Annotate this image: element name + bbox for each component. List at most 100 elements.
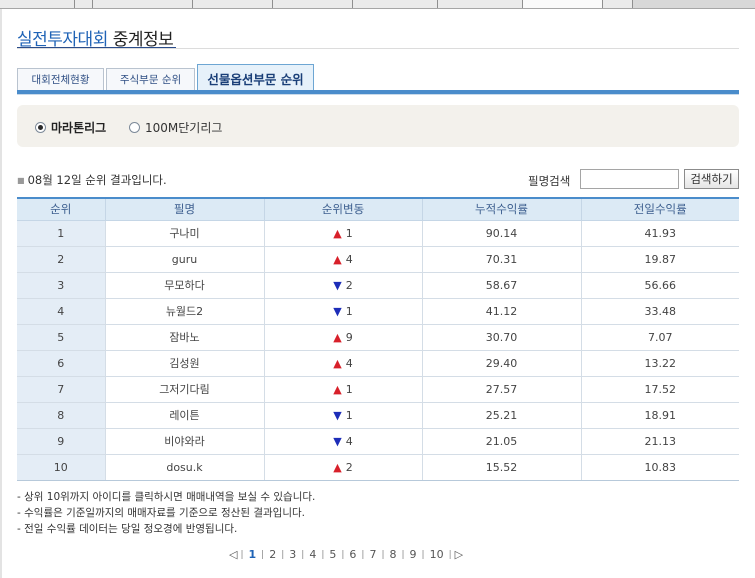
tab-stock-ranking[interactable]: 주식부문 순위 [106, 68, 195, 90]
nickname-cell[interactable]: 김성원 [104, 350, 264, 377]
note-item: - 상위 10위까지 아이디를 클릭하시면 매매내역을 보실 수 있습니다. [17, 491, 316, 503]
cumulative-return-cell: 21.05 [421, 428, 581, 455]
rank-change-cell: ▲ 4 [263, 246, 422, 273]
rank-change-value: 1 [345, 382, 353, 396]
rank-change-value: 1 [345, 304, 353, 318]
table-row: 9 비야와라 ▼ 4 21.05 21.13 [17, 428, 739, 455]
table-row: 10 dosu.k ▲ 2 15.52 10.83 [17, 454, 739, 481]
arrow-up-icon: ▲ [333, 356, 342, 370]
table-row: 4 뉴월드2 ▼ 1 41.12 33.48 [17, 298, 739, 325]
browser-tab-segment[interactable] [523, 0, 603, 8]
page-link[interactable]: 9 [408, 548, 419, 561]
rank-change-value: 4 [345, 356, 353, 370]
arrow-up-icon: ▲ [333, 382, 342, 396]
page-link[interactable]: 4 [307, 548, 318, 561]
search-label: 필명검색 [528, 174, 571, 188]
nickname-cell[interactable]: dosu.k [104, 454, 264, 481]
rank-change-cell: ▲ 1 [263, 220, 422, 247]
cumulative-return-cell: 29.40 [421, 350, 581, 377]
arrow-down-icon: ▼ [333, 434, 342, 448]
tab-overall-status[interactable]: 대회전체현황 [17, 68, 104, 90]
rank-change-cell: ▼ 1 [263, 298, 422, 325]
nickname-cell[interactable]: 뉴월드2 [104, 298, 264, 325]
page-separator: | [421, 549, 425, 560]
browser-tab-segment[interactable] [353, 0, 438, 8]
page-link[interactable]: 8 [388, 548, 399, 561]
cumulative-return-cell: 27.57 [421, 376, 581, 403]
radio-selected-icon[interactable] [35, 122, 46, 133]
previous-day-return-cell: 10.83 [580, 454, 739, 481]
radio-100m-league[interactable]: 100M단기리그 [129, 119, 222, 136]
page-link[interactable]: 2 [267, 548, 278, 561]
page-separator: | [401, 549, 405, 560]
nickname-cell[interactable]: 무모하다 [104, 272, 264, 299]
cumulative-return-cell: 58.67 [421, 272, 581, 299]
nickname-cell[interactable]: 구나미 [104, 220, 264, 247]
rank-change-value: 4 [345, 434, 353, 448]
nickname-cell[interactable]: 그저기다림 [104, 376, 264, 403]
table-row: 7 그저기다림 ▲ 1 27.57 17.52 [17, 376, 739, 403]
radio-unselected-icon[interactable] [129, 122, 140, 133]
title-divider [17, 48, 739, 49]
page-link[interactable]: 5 [327, 548, 338, 561]
page-link[interactable]: 6 [347, 548, 358, 561]
page-link[interactable]: 3 [287, 548, 298, 561]
search-button[interactable]: 검색하기 [684, 169, 739, 189]
rank-cell: 9 [17, 428, 105, 455]
browser-tab-segment[interactable] [603, 0, 633, 8]
nickname-cell[interactable]: 잠바노 [104, 324, 264, 351]
previous-day-return-cell: 13.22 [580, 350, 739, 377]
nickname-cell[interactable]: 비야와라 [104, 428, 264, 455]
page-link[interactable]: 7 [367, 548, 378, 561]
column-header-rank: 순위 [17, 197, 105, 221]
table-row: 1 구나미 ▲ 1 90.14 41.93 [17, 220, 739, 247]
rank-cell: 10 [17, 454, 105, 481]
browser-tab-segment[interactable] [273, 0, 353, 8]
page-separator: | [381, 549, 385, 560]
page-link[interactable]: 1 [247, 548, 259, 561]
table-header-row: 순위 필명 순위변동 누적수익률 전일수익률 [17, 197, 739, 221]
ranking-table: 순위 필명 순위변동 누적수익률 전일수익률 1 구나미 ▲ 1 90.14 41.93 2… [17, 197, 739, 481]
radio-100m-label[interactable]: 100M단기리그 [145, 119, 222, 136]
cumulative-return-cell: 30.70 [421, 324, 581, 351]
rank-change-cell: ▼ 2 [263, 272, 422, 299]
tab-futures-options-ranking[interactable]: 선물옵션부문 순위 [197, 64, 314, 91]
page-link[interactable]: 10 [428, 548, 446, 561]
browser-tab-segment[interactable] [93, 0, 193, 8]
radio-marathon-label[interactable]: 마라톤리그 [51, 119, 106, 136]
nickname-cell[interactable]: 레이튼 [104, 402, 264, 429]
page-separator: | [261, 549, 265, 560]
rank-cell: 2 [17, 246, 105, 273]
arrow-down-icon: ▼ [333, 408, 342, 422]
cumulative-return-cell: 41.12 [421, 298, 581, 325]
page-separator: | [341, 549, 345, 560]
rank-change-cell: ▲ 4 [263, 350, 422, 377]
previous-day-return-cell: 41.93 [580, 220, 739, 247]
column-header-previous-day-return: 전일수익률 [580, 197, 739, 221]
browser-tab-segment[interactable] [193, 0, 273, 8]
rank-cell: 5 [17, 324, 105, 351]
browser-tab-segment[interactable] [75, 0, 93, 8]
rank-change-cell: ▲ 1 [263, 376, 422, 403]
result-date-text: ■ 08월 12일 순위 결과입니다. [17, 172, 167, 188]
page-separator: | [448, 549, 452, 560]
prev-page-icon[interactable]: ◁ [229, 548, 237, 561]
radio-marathon-league[interactable]: 마라톤리그 [35, 119, 106, 136]
previous-day-return-cell: 21.13 [580, 428, 739, 455]
rank-cell: 3 [17, 272, 105, 299]
nickname-cell[interactable]: guru [104, 246, 264, 273]
rank-cell: 6 [17, 350, 105, 377]
note-item: - 전일 수익률 데이터는 당일 정오경에 반영됩니다. [17, 523, 238, 535]
notes-list: - 상위 10위까지 아이디를 클릭하시면 매매내역을 보실 수 있습니다. -… [17, 489, 315, 537]
bullet-icon: ■ [17, 176, 25, 185]
page-separator: | [361, 549, 365, 560]
arrow-down-icon: ▼ [333, 304, 342, 318]
table-row: 2 guru ▲ 4 70.31 19.87 [17, 246, 739, 273]
rank-change-value: 2 [345, 460, 353, 474]
rank-change-value: 9 [345, 330, 353, 344]
browser-tab-segment[interactable] [438, 0, 523, 8]
previous-day-return-cell: 19.87 [580, 246, 739, 273]
next-page-icon[interactable]: ▷ [455, 548, 463, 561]
nickname-search-input[interactable] [580, 169, 679, 189]
browser-tab-segment[interactable] [0, 0, 75, 8]
